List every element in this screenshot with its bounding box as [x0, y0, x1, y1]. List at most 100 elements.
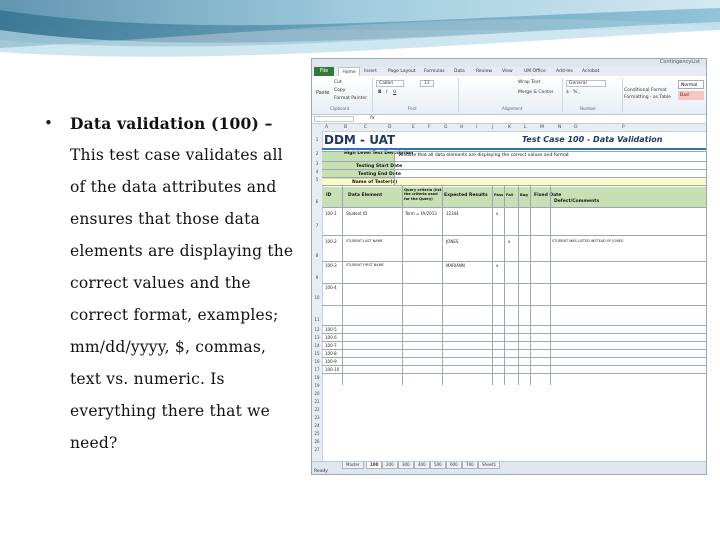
cell-id[interactable]: 100-4	[325, 285, 337, 290]
cell-expected[interactable]: JONES	[446, 239, 458, 244]
column-header[interactable]: I	[476, 124, 477, 131]
sheet-tab-100[interactable]: 100	[366, 462, 383, 469]
column-header[interactable]: P	[622, 124, 625, 131]
column-header[interactable]: G	[444, 124, 448, 131]
tab-formulas[interactable]: Formulas	[424, 67, 445, 76]
row-number[interactable]: 5	[312, 177, 322, 182]
cell-id[interactable]: 100-9	[325, 359, 337, 364]
row-number[interactable]: 26	[312, 439, 322, 444]
row-number[interactable]: 6	[312, 199, 322, 204]
row-number[interactable]: 2	[312, 151, 322, 156]
file-tab[interactable]: File	[314, 67, 334, 76]
row-number[interactable]: 3	[312, 161, 322, 166]
row-number[interactable]: 14	[312, 343, 322, 348]
sheet-tab-600[interactable]: 600	[446, 462, 462, 469]
cell-id[interactable]: 100-5	[325, 327, 337, 332]
row-number[interactable]: 11	[312, 317, 322, 322]
copy-button[interactable]: Copy	[334, 88, 345, 93]
meta-value[interactable]: Validate that all data elements are disp…	[398, 153, 569, 158]
italic-button[interactable]: I	[386, 90, 387, 95]
wrap-text-button[interactable]: Wrap Text	[518, 80, 540, 85]
row-number[interactable]: 18	[312, 375, 322, 380]
cell-id[interactable]: 100-6	[325, 335, 337, 340]
row-number[interactable]: 20	[312, 391, 322, 396]
underline-button[interactable]: U	[393, 90, 396, 95]
conditional-format-button[interactable]: Conditional Format	[624, 88, 667, 93]
cell-id[interactable]: 100-8	[325, 351, 337, 356]
sheet-tab-500[interactable]: 500	[430, 462, 446, 469]
column-header[interactable]: F	[428, 124, 431, 131]
tab-insert[interactable]: Insert	[364, 67, 377, 76]
currency-button[interactable]: $ · % ,	[566, 90, 580, 95]
cell-comment[interactable]: STUDENT WAS LISTED INSTEAD OF JONES	[552, 239, 623, 243]
column-header[interactable]: H	[460, 124, 463, 131]
row-number[interactable]: 22	[312, 407, 322, 412]
cell-criteria[interactable]: Term = FA/2013	[405, 211, 437, 216]
row-number[interactable]: 12	[312, 327, 322, 332]
font-name-select[interactable]: Calibri	[376, 80, 405, 87]
number-format-select[interactable]: General	[566, 80, 606, 87]
style-bad[interactable]: Bad	[678, 91, 704, 100]
cell-expected[interactable]: 12344	[446, 211, 459, 216]
sheet-tab-sheet1[interactable]: Sheet1	[478, 462, 501, 469]
column-header[interactable]: C	[364, 124, 367, 131]
column-header[interactable]: A	[325, 124, 328, 131]
row-number[interactable]: 17	[312, 367, 322, 372]
row-number[interactable]: 23	[312, 415, 322, 420]
column-header[interactable]: K	[508, 124, 511, 131]
column-header[interactable]: N	[558, 124, 561, 131]
tab-add-ins[interactable]: Add-Ins	[556, 67, 573, 76]
font-size-select[interactable]: 11	[420, 80, 434, 87]
row-number[interactable]: 27	[312, 447, 322, 452]
row-number[interactable]: 25	[312, 431, 322, 436]
sheet-tab-400[interactable]: 400	[414, 462, 430, 469]
column-header[interactable]: M	[540, 124, 544, 131]
tab-view[interactable]: View	[502, 67, 513, 76]
column-header[interactable]: D	[388, 124, 391, 131]
sheet-tab-300[interactable]: 300	[398, 462, 414, 469]
row-number[interactable]: 13	[312, 335, 322, 340]
merge-center-button[interactable]: Merge & Center	[518, 90, 554, 95]
row-number[interactable]: 15	[312, 351, 322, 356]
bold-button[interactable]: B	[378, 90, 381, 95]
cut-button[interactable]: Cut	[334, 80, 342, 85]
row-number[interactable]: 1	[312, 137, 322, 142]
style-normal[interactable]: Normal	[678, 80, 704, 89]
tab-um-office[interactable]: UM Office	[524, 67, 546, 76]
row-number[interactable]: 10	[312, 295, 322, 300]
cell-id[interactable]: 100-2	[325, 239, 337, 244]
name-box[interactable]	[314, 116, 354, 122]
cell-id[interactable]: 100-3	[325, 263, 337, 268]
format-as-table-button[interactable]: Formatting · as Table	[624, 95, 671, 100]
sheet-tab-700[interactable]: 700	[462, 462, 478, 469]
cell-id[interactable]: 100-10	[325, 367, 339, 372]
row-number[interactable]: 19	[312, 383, 322, 388]
cell-element[interactable]: STUDENT FIRST NAME	[346, 263, 384, 267]
row-number[interactable]: 8	[312, 253, 322, 258]
sheet-tab-200[interactable]: 200	[382, 462, 398, 469]
tab-page-layout[interactable]: Page Layout	[388, 67, 416, 76]
column-header[interactable]: J	[492, 124, 493, 131]
cell-expected[interactable]: MARIANN	[446, 263, 465, 268]
row-number[interactable]: 9	[312, 275, 322, 280]
tab-review[interactable]: Review	[476, 67, 492, 76]
fx-icon[interactable]: fx	[370, 115, 375, 121]
cell-fail-mark[interactable]: x	[508, 239, 510, 244]
column-header[interactable]: L	[524, 124, 527, 131]
column-header[interactable]: B	[344, 124, 347, 131]
cell-id[interactable]: 100-7	[325, 343, 337, 348]
cell-id[interactable]: 100-1	[325, 211, 337, 216]
row-number[interactable]: 7	[312, 223, 322, 228]
cell-element[interactable]: STUDENT LAST NAME	[346, 239, 383, 243]
sheet-tab-master[interactable]: Master	[342, 462, 364, 469]
cell-pass-mark[interactable]: x	[496, 263, 498, 268]
tab-acrobat[interactable]: Acrobat	[582, 67, 599, 76]
row-number[interactable]: 21	[312, 399, 322, 404]
cell-element[interactable]: Student ID	[346, 211, 367, 216]
paste-button[interactable]: Paste	[316, 90, 330, 96]
column-header[interactable]: O	[574, 124, 578, 131]
row-number[interactable]: 4	[312, 169, 322, 174]
row-number[interactable]: 16	[312, 359, 322, 364]
column-header[interactable]: E	[412, 124, 415, 131]
tab-data[interactable]: Data	[454, 67, 465, 76]
